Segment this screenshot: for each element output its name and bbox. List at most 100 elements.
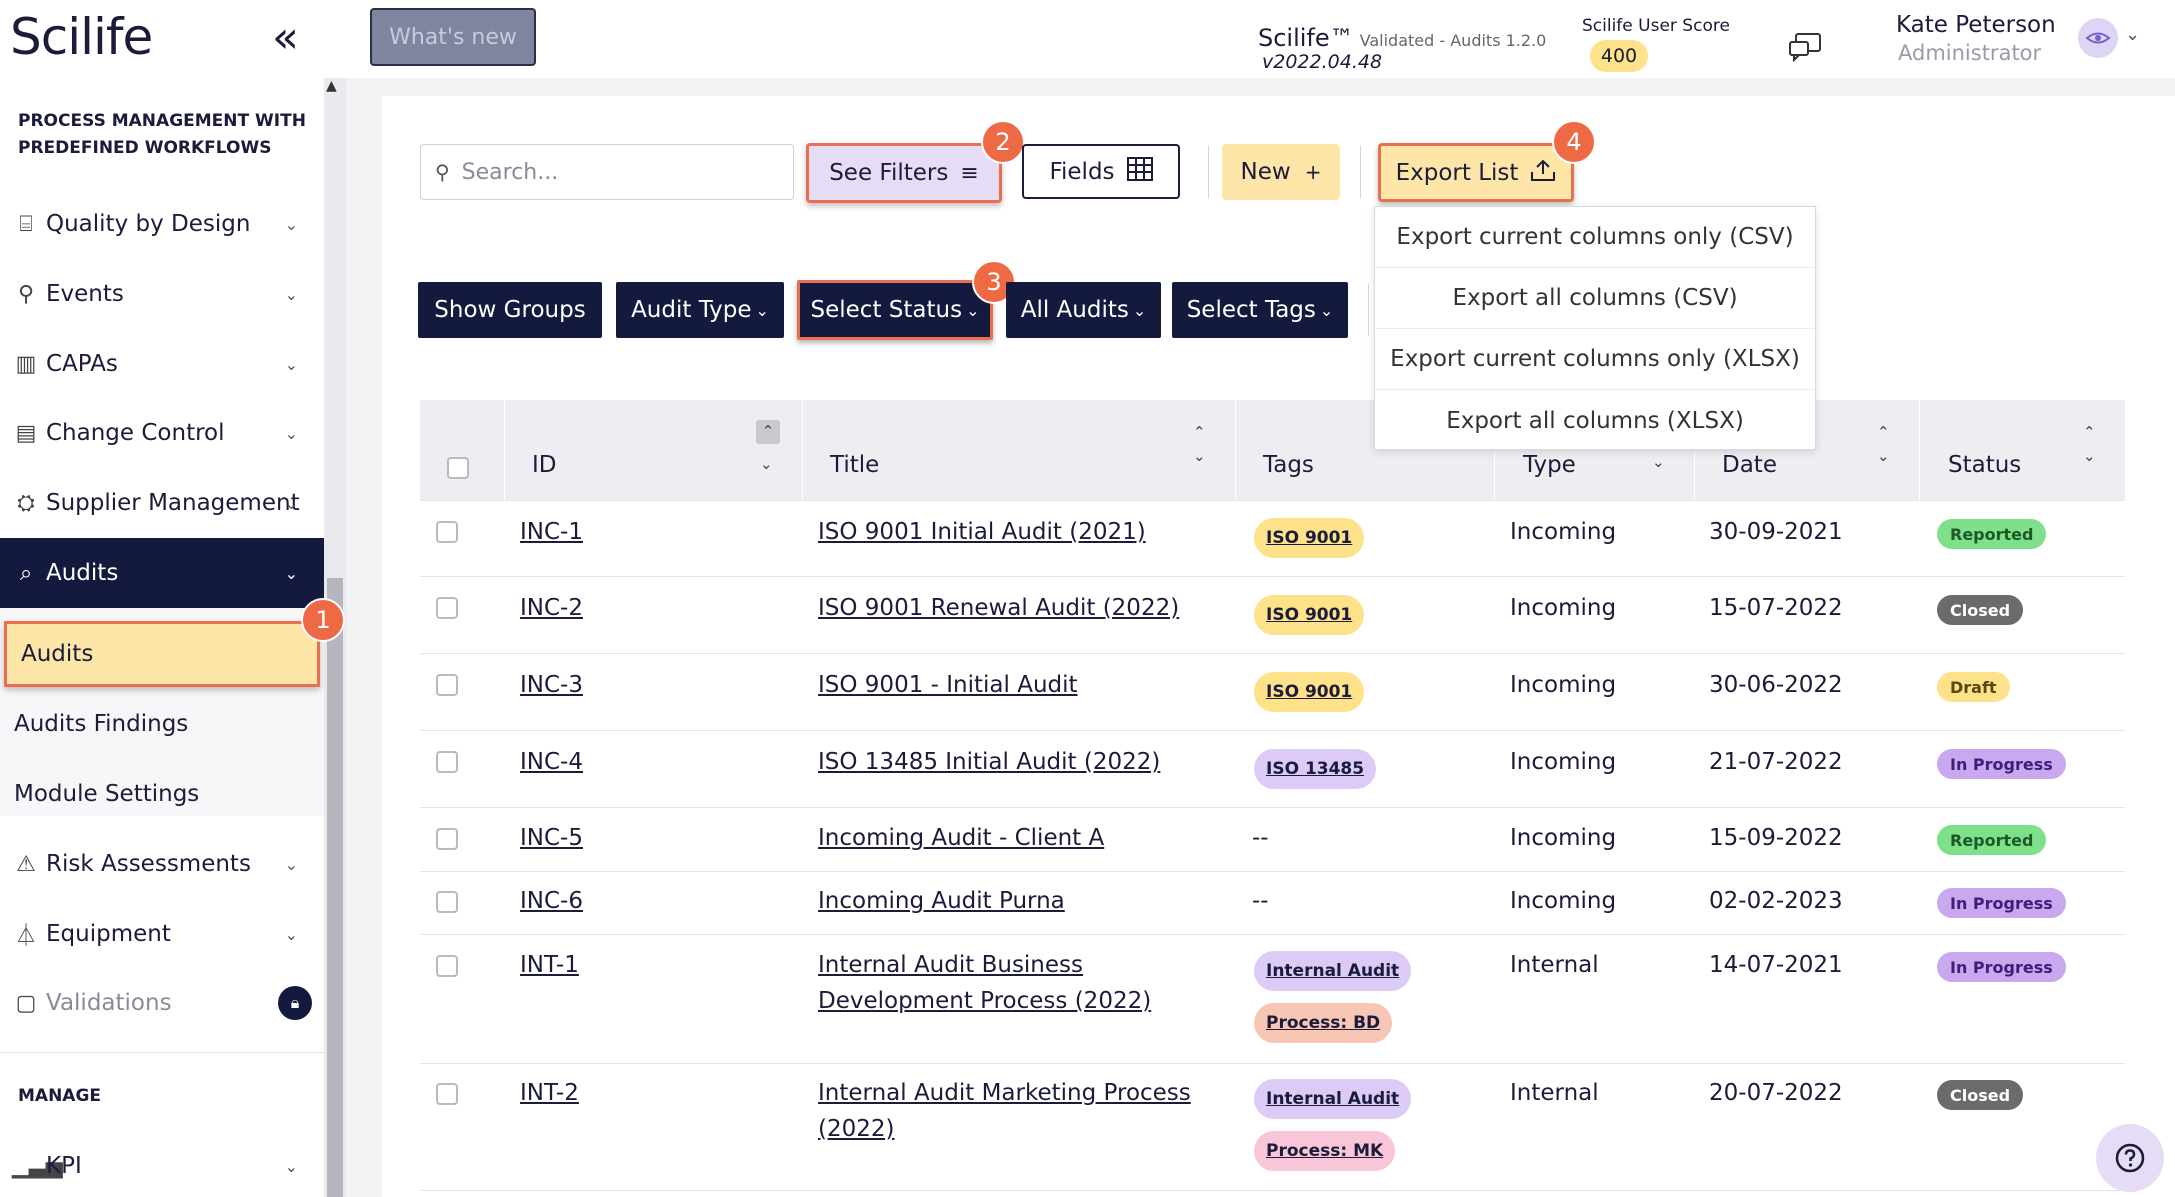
row-title-link[interactable]: ISO 9001 Renewal Audit (2022) bbox=[818, 590, 1179, 626]
row-title-link-line2[interactable]: Development Process (2022) bbox=[818, 983, 1151, 1019]
scilife-logo[interactable]: Scilife bbox=[10, 8, 153, 66]
tag-chip[interactable]: ISO 9001 bbox=[1254, 518, 1365, 558]
status-badge: Reported bbox=[1937, 519, 2047, 549]
fields-button[interactable]: Fields bbox=[1022, 144, 1180, 199]
clipboard-icon: ▢ bbox=[15, 990, 37, 1016]
row-id-link[interactable]: INC-3 bbox=[520, 667, 583, 703]
row-checkbox[interactable] bbox=[436, 955, 458, 977]
sort-toggle-icon[interactable]: ⌃ ⌄ bbox=[1193, 420, 1206, 468]
row-title-link[interactable]: Internal Audit Business bbox=[818, 947, 1083, 983]
row-title-link[interactable]: ISO 13485 Initial Audit (2022) bbox=[818, 744, 1160, 780]
column-header-tags[interactable]: Tags bbox=[1263, 452, 1314, 478]
sidebar-subitem-audits-findings[interactable]: Audits Findings bbox=[0, 690, 324, 758]
audit-type-dropdown[interactable]: Audit Type ⌄ bbox=[616, 282, 784, 338]
column-header-title[interactable]: Title bbox=[830, 452, 879, 478]
scroll-up-icon[interactable]: ▲ bbox=[326, 78, 337, 94]
product-version: v2022.04.48 bbox=[1262, 51, 1383, 73]
select-status-dropdown[interactable]: Select Status ⌄ bbox=[797, 280, 993, 340]
row-title-link[interactable]: Incoming Audit Purna bbox=[818, 883, 1065, 919]
row-checkbox[interactable] bbox=[436, 828, 458, 850]
tag-chip[interactable]: Internal Audit bbox=[1254, 1079, 1412, 1119]
sidebar-item-change-control[interactable]: ▤ Change Control ⌄ bbox=[0, 399, 324, 467]
row-title-link[interactable]: Incoming Audit - Client A bbox=[818, 820, 1104, 856]
column-header-date[interactable]: Date bbox=[1722, 452, 1777, 478]
chevron-down-icon[interactable]: ⌄ bbox=[2125, 24, 2140, 45]
row-id-link[interactable]: INT-2 bbox=[520, 1075, 579, 1111]
chevron-down-icon: ⌄ bbox=[966, 300, 980, 320]
column-header-id[interactable]: ID bbox=[532, 452, 557, 478]
sort-asc-active-icon[interactable]: ⌃ bbox=[756, 420, 780, 444]
export-current-columns-csv[interactable]: Export current columns only (CSV) bbox=[1375, 207, 1815, 268]
row-type: Incoming bbox=[1510, 888, 1617, 914]
tag-chip[interactable]: Process: BD bbox=[1254, 1003, 1393, 1043]
sidebar-section-manage: MANAGE bbox=[18, 1086, 102, 1106]
sidebar-item-events[interactable]: ⚲ Events ⌄ bbox=[0, 260, 324, 328]
sort-toggle-icon[interactable]: ⌃ ⌄ bbox=[1877, 420, 1890, 468]
row-id-link[interactable]: INC-1 bbox=[520, 514, 583, 550]
sidebar-subitem-audits[interactable]: Audits bbox=[4, 621, 320, 687]
sidebar-item-risk-assessments[interactable]: ⚠ Risk Assessments ⌄ bbox=[0, 830, 324, 898]
row-id-link[interactable]: INC-4 bbox=[520, 744, 583, 780]
sidebar-item-validations[interactable]: ▢ Validations 🔒︎ bbox=[0, 969, 324, 1037]
sidebar-item-quality-by-design[interactable]: ⌸ Quality by Design ⌄ bbox=[0, 190, 324, 258]
show-groups-button[interactable]: Show Groups bbox=[418, 282, 602, 338]
sidebar-scrollbar-thumb[interactable] bbox=[327, 578, 343, 1197]
help-icon[interactable] bbox=[2096, 1124, 2164, 1192]
row-id-link[interactable]: INC-6 bbox=[520, 883, 583, 919]
tag-chip[interactable]: ISO 9001 bbox=[1254, 595, 1365, 635]
sidebar-subitem-module-settings[interactable]: Module Settings bbox=[0, 760, 324, 828]
sort-toggle-icon[interactable]: ⌃ ⌄ bbox=[2083, 420, 2096, 468]
tag-chip[interactable]: Internal Audit bbox=[1254, 951, 1412, 991]
toolbar-divider bbox=[1360, 146, 1361, 198]
row-type: Incoming bbox=[1510, 595, 1617, 621]
collapse-sidebar-icon[interactable]: « bbox=[272, 12, 299, 63]
status-badge: In Progress bbox=[1937, 749, 2066, 779]
row-id-link[interactable]: INC-2 bbox=[520, 590, 583, 626]
row-checkbox[interactable] bbox=[436, 891, 458, 913]
row-checkbox[interactable] bbox=[436, 674, 458, 696]
row-checkbox[interactable] bbox=[436, 1083, 458, 1105]
sidebar-item-audits[interactable]: ⌕ Audits ⌄ bbox=[0, 538, 324, 608]
sidebar-item-kpi[interactable]: ▁▃▅ KPI ⌄ bbox=[0, 1136, 324, 1196]
avatar[interactable] bbox=[2078, 18, 2118, 58]
export-list-button[interactable]: Export List bbox=[1378, 143, 1574, 202]
column-separator bbox=[504, 400, 505, 500]
chat-icon[interactable] bbox=[1788, 32, 1822, 63]
sidebar-item-equipment[interactable]: ⏃ Equipment ⌄ bbox=[0, 900, 324, 968]
sidebar-item-capas[interactable]: ▥ CAPAs ⌄ bbox=[0, 330, 324, 398]
user-score-value[interactable]: 400 bbox=[1590, 40, 1648, 72]
sort-desc-icon[interactable]: ⌄ bbox=[760, 452, 773, 476]
column-header-status[interactable]: Status bbox=[1948, 452, 2021, 478]
tag-chip[interactable]: Process: MK bbox=[1254, 1131, 1396, 1171]
tag-chip[interactable]: ISO 9001 bbox=[1254, 672, 1365, 712]
export-current-columns-xlsx[interactable]: Export current columns only (XLSX) bbox=[1375, 329, 1815, 390]
user-name[interactable]: Kate Peterson bbox=[1896, 12, 2056, 38]
row-checkbox[interactable] bbox=[436, 751, 458, 773]
sidebar-item-supplier-management[interactable]: ⛭ Supplier Management ⌄ bbox=[0, 469, 324, 537]
all-audits-dropdown[interactable]: All Audits ⌄ bbox=[1006, 282, 1161, 338]
select-all-checkbox[interactable] bbox=[447, 457, 469, 479]
row-checkbox[interactable] bbox=[436, 597, 458, 619]
select-tags-dropdown[interactable]: Select Tags ⌄ bbox=[1172, 282, 1348, 338]
new-button[interactable]: New + bbox=[1222, 144, 1340, 200]
search-box[interactable]: ⚲ bbox=[420, 144, 794, 200]
row-id-link[interactable]: INT-1 bbox=[520, 947, 579, 983]
see-filters-button[interactable]: See Filters ≡ bbox=[806, 143, 1002, 203]
row-title-link[interactable]: ISO 9001 - Initial Audit bbox=[818, 667, 1078, 703]
export-all-columns-xlsx[interactable]: Export all columns (XLSX) bbox=[1375, 390, 1815, 451]
search-input[interactable] bbox=[461, 159, 762, 185]
sort-desc-icon[interactable]: ⌄ bbox=[1652, 450, 1665, 474]
whats-new-button[interactable]: What's new bbox=[370, 8, 536, 66]
sidebar-section-process: PROCESS MANAGEMENT WITH PREDEFINED WORKF… bbox=[18, 111, 306, 158]
row-title-link-line2[interactable]: (2022) bbox=[818, 1111, 894, 1147]
export-all-columns-csv[interactable]: Export all columns (CSV) bbox=[1375, 268, 1815, 329]
user-score-label: Scilife User Score bbox=[1582, 16, 1730, 36]
column-header-type[interactable]: Type bbox=[1523, 452, 1576, 478]
row-title-link[interactable]: ISO 9001 Initial Audit (2021) bbox=[818, 514, 1146, 550]
tag-chip[interactable]: ISO 13485 bbox=[1254, 749, 1377, 789]
row-divider bbox=[420, 1190, 2125, 1191]
row-title-link[interactable]: Internal Audit Marketing Process bbox=[818, 1075, 1191, 1111]
row-id-link[interactable]: INC-5 bbox=[520, 820, 583, 856]
row-checkbox[interactable] bbox=[436, 521, 458, 543]
status-badge: Reported bbox=[1937, 825, 2047, 855]
